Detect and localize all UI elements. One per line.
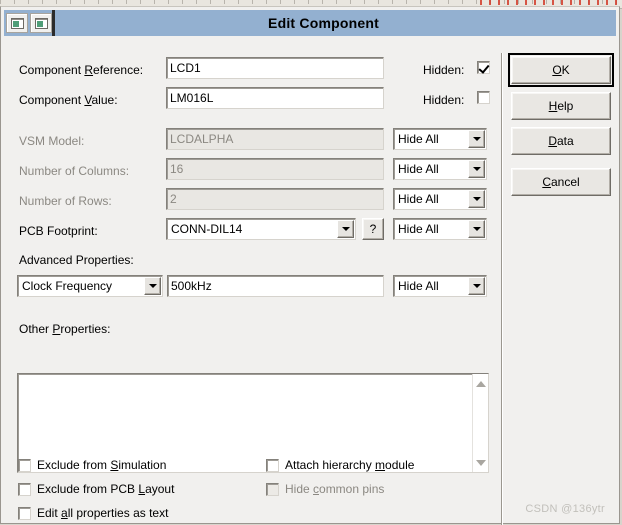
vsm-model-label: VSM Model: — [19, 134, 85, 148]
advanced-property-value-input[interactable]: 500kHz — [167, 275, 384, 297]
checkbox-label: Attach hierarchy module — [285, 458, 415, 472]
number-of-rows-visibility-value: Hide All — [398, 192, 439, 206]
ok-button[interactable]: OK — [508, 53, 614, 87]
checkbox-box — [477, 61, 490, 74]
checkbox-box — [18, 458, 31, 472]
cancel-button[interactable]: Cancel — [511, 168, 611, 196]
number-of-rows-label: Number of Rows: — [19, 194, 112, 208]
advanced-properties-label: Advanced Properties: — [19, 253, 134, 267]
component-value-hidden-label: Hidden: — [423, 93, 465, 107]
dialog-titlebar[interactable]: Edit Component — [4, 10, 616, 36]
dialog-body: Component Reference: LCD1 Hidden: Compon… — [1, 39, 619, 525]
other-properties-scrollbar[interactable] — [472, 374, 488, 472]
component-reference-label: Component Reference: — [19, 63, 144, 77]
checkbox-box — [266, 482, 279, 496]
checkbox-attach-hierarchy-module[interactable]: Attach hierarchy module — [266, 458, 414, 472]
number-of-columns-label: Number of Columns: — [19, 164, 130, 178]
number-of-columns-input: 16 — [166, 158, 384, 180]
vsm-model-visibility-select[interactable]: Hide All — [393, 128, 487, 150]
advanced-property-visibility-select[interactable]: Hide All — [393, 275, 487, 297]
other-properties-label: Other Properties: — [19, 322, 111, 336]
pcb-footprint-help-button[interactable]: ? — [362, 218, 384, 240]
help-button[interactable]: Help — [511, 92, 611, 120]
component-value-label: Component Value: — [19, 93, 118, 107]
number-of-rows-visibility-select[interactable]: Hide All — [393, 188, 487, 210]
checkbox-label: Hide common pins — [285, 482, 385, 496]
vsm-model-input: LCDALPHA — [166, 128, 384, 150]
pcb-footprint-select[interactable]: CONN-DIL14 — [166, 218, 356, 240]
advanced-property-name-value: Clock Frequency — [22, 279, 113, 293]
window-minimize-glyph — [34, 17, 48, 29]
window-minimize-icon[interactable] — [30, 13, 52, 33]
pcb-footprint-visibility-select[interactable]: Hide All — [393, 218, 487, 240]
chevron-down-icon[interactable] — [144, 277, 161, 295]
button-panel-separator — [501, 53, 502, 525]
chevron-down-icon[interactable] — [337, 220, 354, 238]
edit-component-dialog: Edit Component Component Reference: LCD1… — [0, 6, 620, 525]
checkbox-exclude-from-pcb-layout[interactable]: Exclude from PCB Layout — [18, 482, 174, 496]
dialog-title: Edit Component — [268, 15, 379, 31]
vsm-model-visibility-value: Hide All — [398, 132, 439, 146]
checkbox-box — [18, 506, 31, 520]
component-value-input[interactable]: LM016L — [166, 87, 384, 109]
number-of-columns-visibility-select[interactable]: Hide All — [393, 158, 487, 180]
checkbox-box — [266, 458, 279, 472]
chevron-down-icon[interactable] — [468, 277, 485, 295]
chevron-down-icon[interactable] — [468, 190, 485, 208]
component-reference-hidden-checkbox[interactable] — [477, 61, 496, 74]
chevron-down-icon[interactable] — [468, 220, 485, 238]
pcb-footprint-value: CONN-DIL14 — [171, 222, 243, 236]
pcb-footprint-visibility-value: Hide All — [398, 222, 439, 236]
checkbox-exclude-from-simulation[interactable]: Exclude from Simulation — [18, 458, 166, 472]
window-restore-icon[interactable] — [6, 13, 28, 33]
checkbox-box — [18, 482, 31, 496]
scroll-down-icon[interactable] — [474, 456, 487, 469]
checkbox-label: Exclude from Simulation — [37, 458, 167, 472]
component-value-hidden-checkbox[interactable] — [477, 91, 496, 104]
watermark: CSDN @136ytr — [525, 503, 605, 515]
scroll-up-icon[interactable] — [474, 377, 487, 390]
data-button[interactable]: Data — [511, 127, 611, 155]
checkbox-edit-all-properties-as-text[interactable]: Edit all properties as text — [18, 506, 168, 520]
checkbox-label: Exclude from PCB Layout — [37, 482, 175, 496]
checkbox-hide-common-pins: Hide common pins — [266, 482, 384, 496]
pcb-footprint-label: PCB Footprint: — [19, 224, 98, 238]
ruler-red-marks — [480, 0, 622, 5]
checkbox-label: Edit all properties as text — [37, 506, 169, 520]
checkbox-box — [477, 91, 490, 104]
chevron-down-icon[interactable] — [468, 130, 485, 148]
chevron-down-icon[interactable] — [468, 160, 485, 178]
advanced-property-visibility-value: Hide All — [398, 279, 439, 293]
number-of-rows-input: 2 — [166, 188, 384, 210]
number-of-columns-visibility-value: Hide All — [398, 162, 439, 176]
component-reference-hidden-label: Hidden: — [423, 63, 465, 77]
advanced-property-name-select[interactable]: Clock Frequency — [17, 275, 163, 297]
component-reference-input[interactable]: LCD1 — [166, 57, 384, 79]
window-restore-glyph — [10, 17, 24, 29]
